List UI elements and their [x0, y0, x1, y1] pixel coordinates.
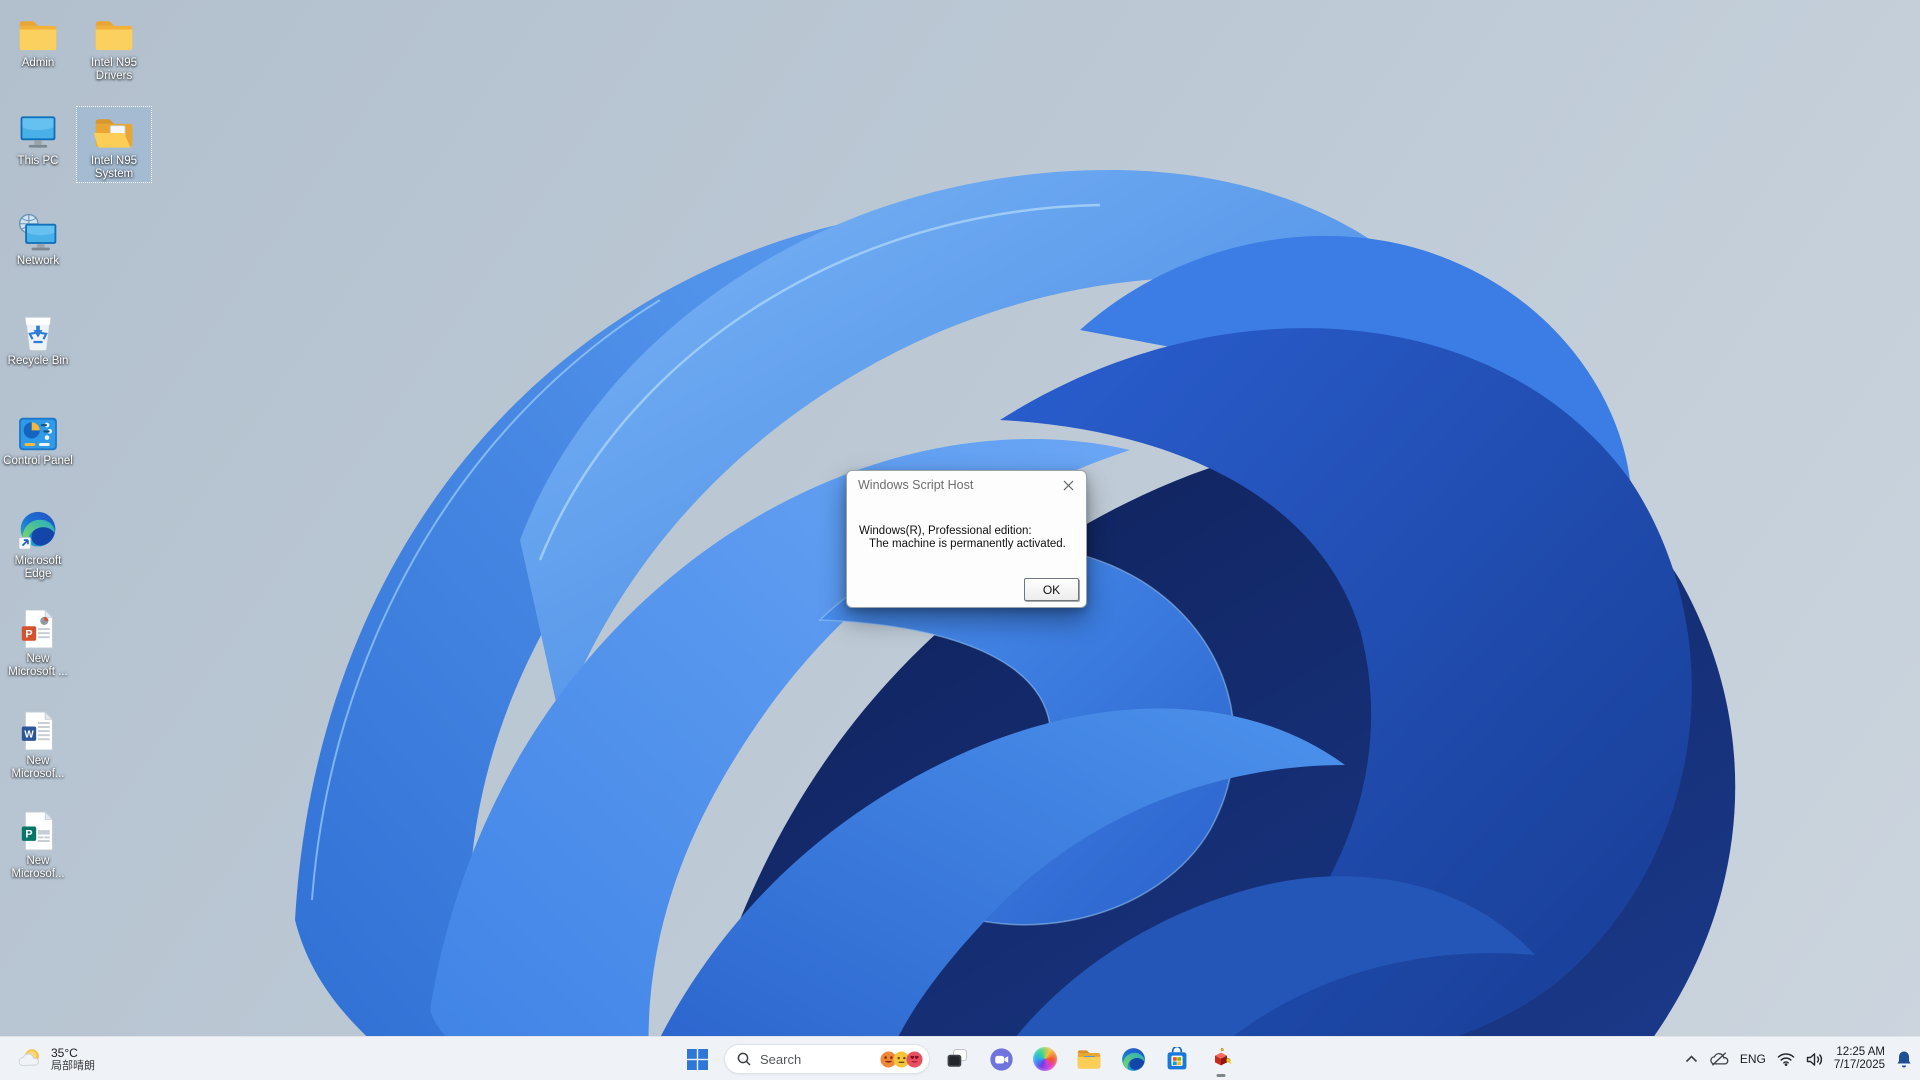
network-icon	[16, 210, 60, 252]
start-button[interactable]	[677, 1039, 717, 1079]
copilot-button[interactable]	[1025, 1039, 1065, 1079]
desktop-icon-recycle-bin[interactable]: Recycle Bin	[0, 306, 76, 370]
svg-text:W: W	[24, 730, 34, 741]
weather-temperature: 35°C	[51, 1046, 78, 1060]
task-view-icon	[945, 1047, 969, 1071]
close-icon[interactable]	[1054, 473, 1082, 497]
tray-date: 7/17/2025	[1833, 1059, 1885, 1071]
svg-text:P: P	[25, 829, 32, 841]
dialog-message: Windows(R), Professional edition: The ma…	[859, 525, 1066, 550]
desktop-icon-label: Network	[16, 255, 60, 267]
desktop-icon-label: New Microsoft ...	[8, 653, 68, 678]
desktop-icon-intel-n95-system[interactable]: Intel N95 System	[76, 106, 152, 183]
desktop-icon-label: Control Panel	[3, 455, 73, 467]
weather-widget-button[interactable]: 35°C 局部晴朗	[12, 1037, 101, 1080]
desktop-icon-new-word[interactable]: W New Microsof...	[0, 706, 76, 783]
ok-button[interactable]: OK	[1024, 578, 1079, 601]
search-icon	[737, 1052, 751, 1066]
edge-icon	[1121, 1047, 1146, 1072]
speaker-icon[interactable]	[1806, 1052, 1823, 1067]
desktop-icon-label: Intel N95 Drivers	[90, 57, 138, 82]
windows-script-host-dialog: Windows Script Host Windows(R), Professi…	[846, 470, 1087, 608]
folder-open-icon	[92, 110, 136, 152]
desktop-icon-this-pc[interactable]: This PC	[0, 106, 76, 170]
desktop-icon-label: Recycle Bin	[7, 355, 69, 367]
computer-icon	[16, 110, 60, 152]
hidden-icons-chevron-icon[interactable]	[1685, 1055, 1698, 1063]
edge-icon	[17, 510, 59, 552]
recycle-bin-icon	[18, 310, 58, 352]
windows-start-icon	[686, 1048, 708, 1070]
desktop-icon-label: Microsoft Edge	[14, 555, 62, 580]
desktop-icon-label: This PC	[17, 155, 59, 167]
clock[interactable]: 12:25 AM 7/17/2025	[1834, 1046, 1885, 1072]
chat-icon	[989, 1047, 1014, 1072]
desktop-screen: Admin Intel N95 Drivers This PC Intel N9…	[0, 0, 1920, 1080]
partly-sunny-icon	[18, 1047, 44, 1071]
publisher-doc-icon: P	[20, 810, 56, 852]
folder-icon	[92, 12, 136, 54]
file-explorer-icon	[1076, 1048, 1102, 1071]
search-input[interactable]: Search	[724, 1044, 930, 1074]
desktop-icon-admin[interactable]: Admin	[0, 8, 76, 72]
language-indicator[interactable]: ENG	[1740, 1052, 1766, 1066]
search-placeholder: Search	[760, 1051, 802, 1067]
desktop-icon-label: Admin	[21, 57, 55, 69]
word-doc-icon: W	[20, 710, 56, 752]
desktop-icon-microsoft-edge[interactable]: Microsoft Edge	[0, 506, 76, 583]
dialog-message-line2: The machine is permanently activated.	[869, 537, 1066, 550]
svg-text:P: P	[25, 629, 32, 641]
onedrive-offline-icon[interactable]	[1709, 1051, 1729, 1067]
desktop-icon-intel-n95-drivers[interactable]: Intel N95 Drivers	[76, 8, 152, 85]
taskbar-center: Search	[677, 1037, 1241, 1080]
control-panel-icon	[17, 410, 59, 452]
chat-button[interactable]	[981, 1039, 1021, 1079]
microsoft-store-button[interactable]	[1157, 1039, 1197, 1079]
dialog-title: Windows Script Host	[858, 478, 974, 492]
desktop-icon-network[interactable]: Network	[0, 206, 76, 270]
wifi-icon[interactable]	[1777, 1052, 1795, 1066]
emoji-love-face-icon	[906, 1050, 923, 1068]
task-view-button[interactable]	[937, 1039, 977, 1079]
powerpoint-doc-icon: P	[20, 608, 56, 650]
desktop-icon-label: New Microsof...	[11, 855, 65, 880]
windows-script-host-taskbar-button[interactable]	[1201, 1039, 1241, 1079]
dialog-message-line1: Windows(R), Professional edition:	[859, 525, 1032, 537]
edge-button[interactable]	[1113, 1039, 1153, 1079]
microsoft-store-icon	[1165, 1046, 1189, 1072]
system-tray: ENG 12:25 AM 7/17/2025	[1685, 1037, 1914, 1080]
running-indicator	[1216, 1074, 1226, 1077]
copilot-icon	[1033, 1047, 1057, 1071]
weather-condition: 局部晴朗	[51, 1060, 95, 1072]
taskbar: 35°C 局部晴朗 Search ENG 12:25 AM 7/17/2025	[0, 1036, 1920, 1080]
desktop-icon-new-powerpoint[interactable]: P New Microsoft ...	[0, 604, 76, 681]
tray-time: 12:25 AM	[1836, 1046, 1885, 1058]
desktop-icon-label: New Microsof...	[11, 755, 65, 780]
dialog-titlebar[interactable]: Windows Script Host	[847, 471, 1086, 499]
desktop-icon-new-publisher[interactable]: P New Microsof...	[0, 806, 76, 883]
file-explorer-button[interactable]	[1069, 1039, 1109, 1079]
desktop-icon-label: Intel N95 System	[90, 155, 138, 180]
notification-bell-icon[interactable]	[1896, 1050, 1912, 1068]
desktop-icon-control-panel[interactable]: Control Panel	[0, 406, 76, 470]
folder-icon	[16, 12, 60, 54]
wsh-cube-icon	[1209, 1047, 1233, 1071]
